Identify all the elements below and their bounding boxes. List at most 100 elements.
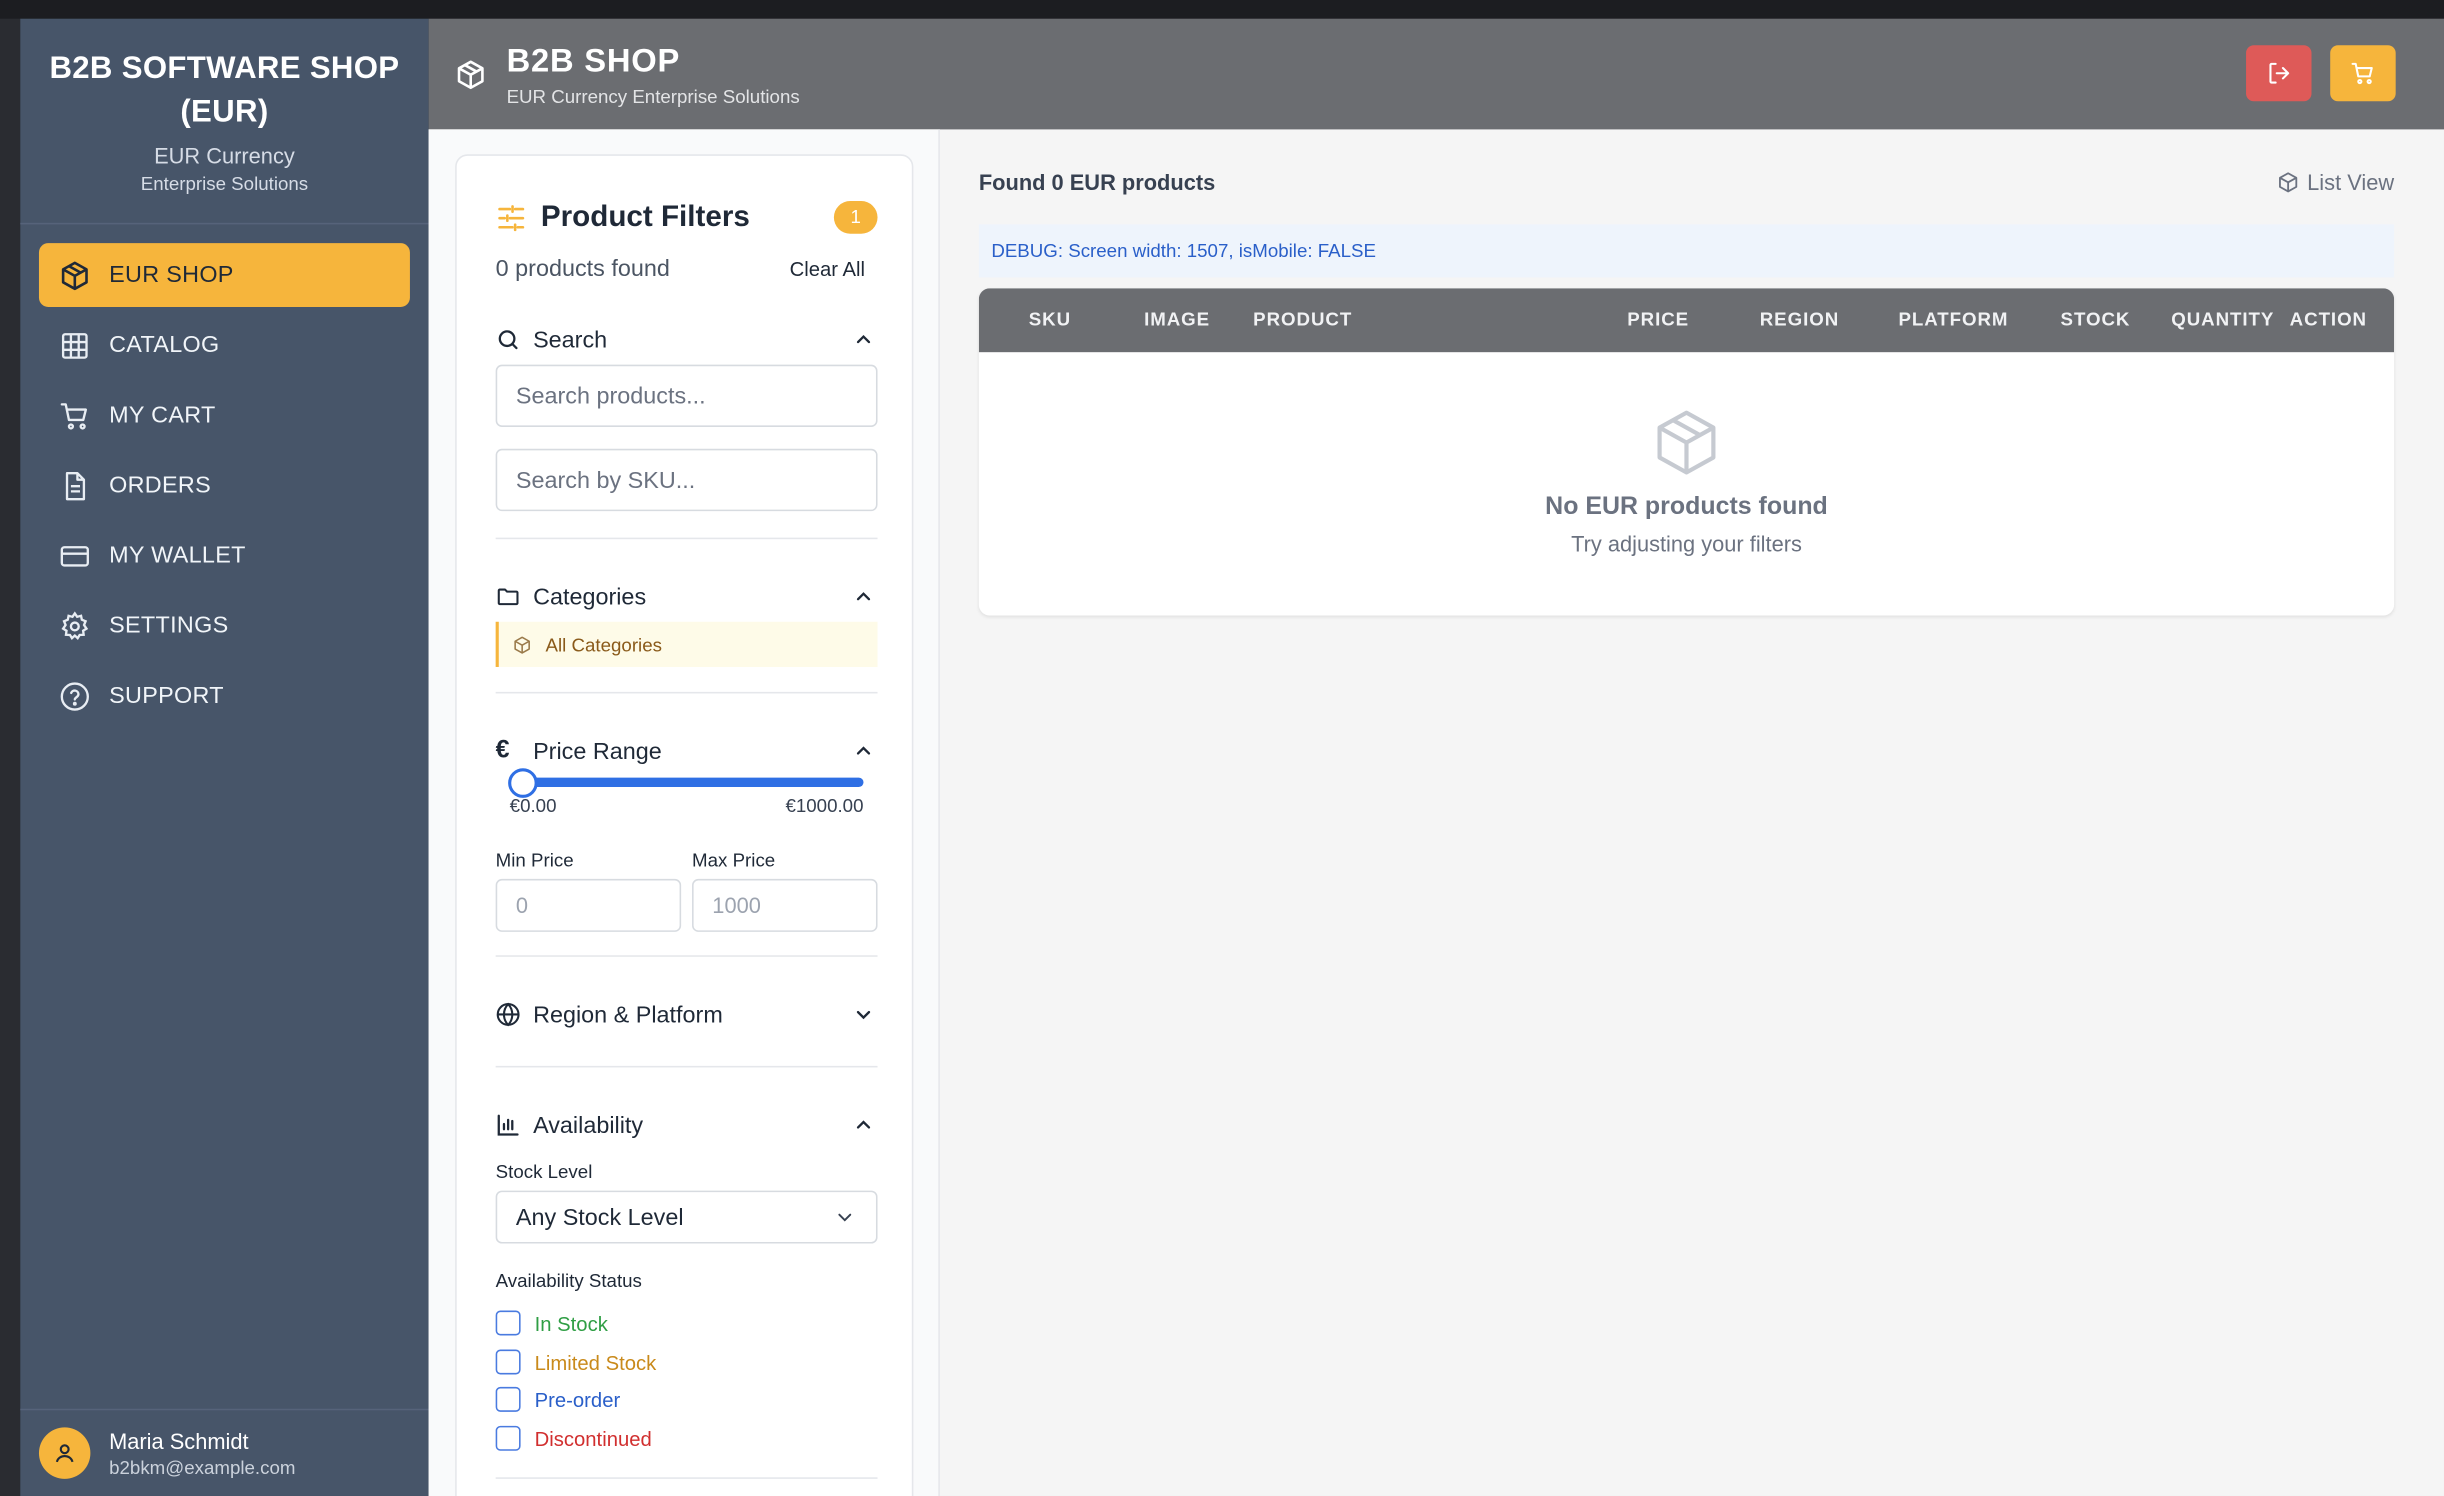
chevron-up-icon [856, 334, 871, 344]
max-price-label: Max Price [692, 849, 776, 872]
stock-level-label: Stock Level [495, 1160, 593, 1183]
sidebar-item-catalog[interactable]: CATALOG [39, 313, 410, 377]
debug-banner: DEBUG: Screen width: 1507, isMobile: FAL… [978, 224, 2395, 278]
user-email: b2bkm@example.com [109, 1456, 296, 1479]
column-header-region[interactable]: REGION [1760, 288, 1839, 352]
divider [495, 537, 878, 540]
column-header-sku[interactable]: SKU [1029, 288, 1071, 352]
list-view-toggle[interactable]: List View [2278, 169, 2395, 195]
price-range-slider: €0.00 €1000.00 [496, 768, 878, 835]
column-header-stock[interactable]: STOCK [2061, 288, 2131, 352]
status-pre-order[interactable]: Pre-order [495, 1385, 621, 1413]
range-min-label: €0.00 [509, 794, 557, 817]
categories-section-header[interactable]: Categories [496, 580, 878, 614]
browser-top-bar [0, 0, 2444, 19]
search-input[interactable] [495, 364, 878, 427]
chevron-down-icon [838, 1213, 852, 1222]
box-icon [514, 635, 530, 653]
sidebar-item-eur-shop[interactable]: EUR SHOP [38, 243, 410, 307]
folder-icon [496, 584, 521, 609]
cart-button[interactable] [2330, 45, 2396, 102]
search-icon [496, 327, 521, 352]
column-header-platform[interactable]: PLATFORM [1898, 288, 2008, 352]
sku-search-input[interactable] [495, 448, 878, 512]
bar-chart-icon [496, 1113, 521, 1138]
slider-thumb[interactable] [508, 768, 538, 798]
gear-icon [59, 610, 90, 641]
max-price-input[interactable] [692, 878, 878, 932]
user-profile[interactable]: Maria Schmidt b2bkm@example.com [20, 1408, 429, 1496]
sidebar-item-label: SUPPORT [109, 682, 224, 710]
status-limited-stock[interactable]: Limited Stock [495, 1348, 657, 1376]
status-discontinued[interactable]: Discontinued [495, 1424, 652, 1452]
page-title: B2B SHOP [506, 42, 681, 79]
sidebar-item-label: SETTINGS [109, 612, 229, 639]
chevron-down-icon [856, 1010, 871, 1020]
brand: B2B SOFTWARE SHOP (EUR) EUR Currency Ent… [20, 19, 429, 225]
sidebar-item-label: MY WALLET [109, 542, 246, 569]
sidebar-item-settings[interactable]: SETTINGS [39, 594, 410, 658]
box-icon [1657, 410, 1716, 475]
sidebar-item-orders[interactable]: ORDERS [39, 453, 410, 517]
sidebar-item-my-wallet[interactable]: MY WALLET [39, 524, 410, 588]
column-header-price[interactable]: PRICE [1627, 288, 1689, 352]
stock-level-select[interactable]: Any Stock Level [495, 1190, 878, 1244]
search-section-header[interactable]: Search [496, 323, 878, 357]
products-table: SKU IMAGE PRODUCT PRICE REGION PLATFORM … [978, 288, 2395, 616]
user-icon [55, 1444, 74, 1463]
app-window: B2B SOFTWARE SHOP (EUR) EUR Currency Ent… [0, 0, 2444, 1496]
divider [495, 955, 878, 957]
box-icon [457, 59, 484, 89]
column-header-quantity[interactable]: QUANTITY [2171, 288, 2274, 352]
price-section-header[interactable]: € Price Range [496, 734, 878, 768]
price-inputs: Min Price Max Price [495, 849, 878, 942]
sidebar-item-support[interactable]: SUPPORT [39, 664, 410, 728]
status-label: Limited Stock [534, 1350, 657, 1374]
sliders-icon [498, 205, 525, 232]
euro-icon: € [495, 737, 510, 764]
credit-card-icon [59, 540, 90, 571]
sidebar-item-my-cart[interactable]: MY CART [39, 383, 410, 447]
product-filters-panel: Product Filters 1 0 products found Clear… [455, 154, 914, 1496]
slider-track[interactable] [509, 777, 864, 787]
chevron-up-icon [856, 746, 871, 755]
search-inputs [495, 364, 878, 512]
column-header-image[interactable]: IMAGE [1144, 288, 1210, 352]
box-icon [2279, 172, 2298, 193]
divider [495, 691, 878, 694]
category-list: All Categories [495, 621, 878, 667]
globe-icon [496, 1002, 521, 1027]
price-heading: Price Range [533, 737, 662, 765]
status-label: Pre-order [534, 1387, 621, 1412]
products-found-row: 0 products found Clear All [496, 256, 878, 287]
main-content: Product Filters 1 0 products found Clear… [428, 129, 2444, 1496]
chevron-up-icon [856, 592, 871, 601]
sidebar: B2B SOFTWARE SHOP (EUR) EUR Currency Ent… [20, 18, 429, 1496]
brand-subtitle: EUR Currency [154, 143, 295, 169]
checkbox[interactable] [495, 1349, 521, 1375]
status-label: Discontinued [534, 1426, 652, 1451]
category-item-all[interactable]: All Categories [495, 621, 878, 667]
list-view-label: List View [2307, 169, 2395, 195]
search-heading: Search [533, 326, 608, 353]
empty-state-subtitle: Try adjusting your filters [1571, 531, 1802, 557]
top-header: B2B SHOP EUR Currency Enterprise Solutio… [428, 18, 2444, 130]
window-edge [0, 18, 21, 1496]
availability-section-header[interactable]: Availability [496, 1108, 878, 1142]
checkbox[interactable] [495, 1425, 521, 1451]
column-header-product[interactable]: PRODUCT [1253, 288, 1352, 352]
column-header-action[interactable]: ACTION [2290, 288, 2367, 352]
checkbox[interactable] [495, 1310, 521, 1336]
chevron-up-icon [856, 1120, 871, 1129]
region-section-header[interactable]: Region & Platform [496, 997, 878, 1031]
logout-button[interactable] [2246, 45, 2312, 102]
status-in-stock[interactable]: In Stock [495, 1309, 608, 1337]
brand-subtitle-2: Enterprise Solutions [140, 172, 309, 195]
logout-icon [2269, 62, 2290, 84]
checkbox[interactable] [495, 1386, 521, 1412]
table-header: SKU IMAGE PRODUCT PRICE REGION PLATFORM … [978, 288, 2395, 353]
clear-all-button[interactable]: Clear All [790, 257, 865, 280]
min-price-input[interactable] [495, 878, 682, 932]
brand-title: B2B SOFTWARE SHOP (EUR) [49, 51, 400, 130]
sidebar-item-label: CATALOG [109, 331, 220, 359]
